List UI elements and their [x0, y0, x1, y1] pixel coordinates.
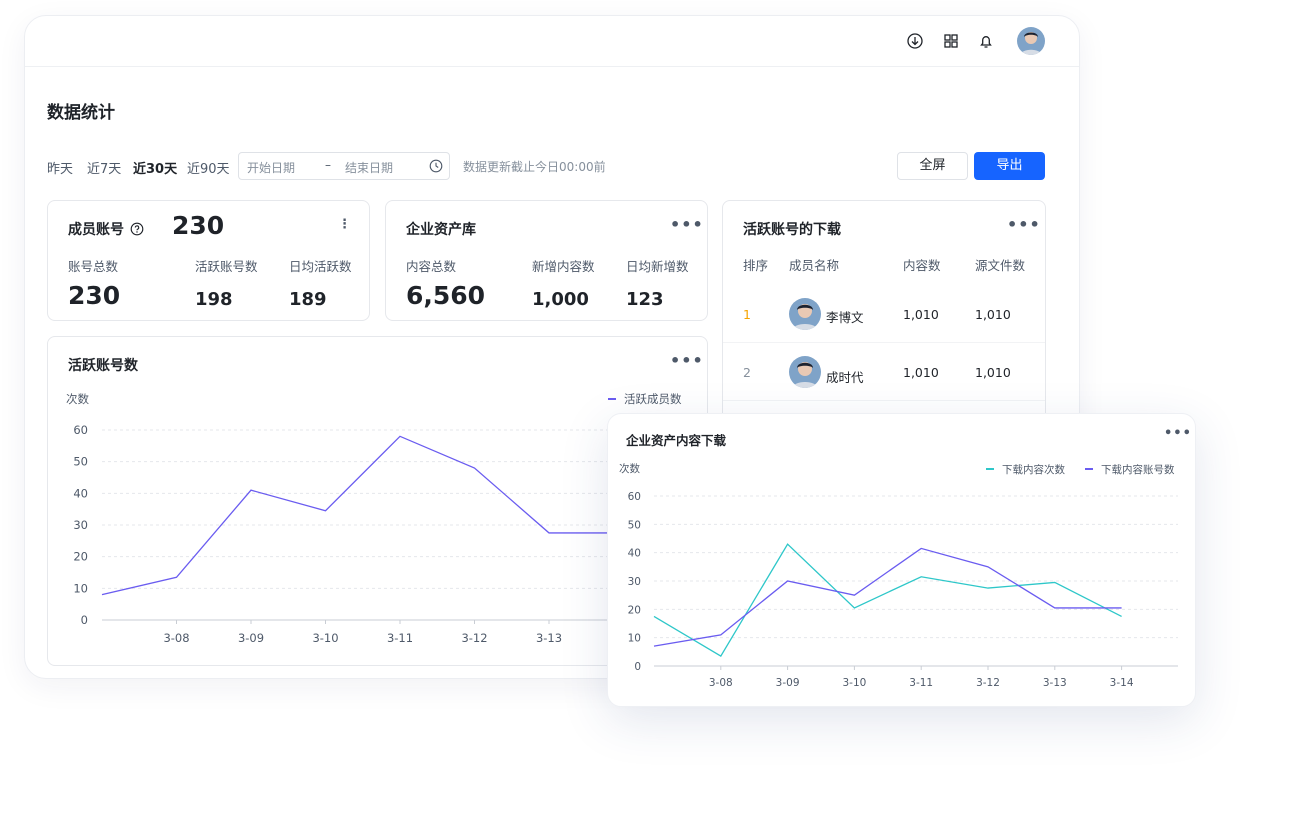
content-count: 1,010 [903, 307, 939, 322]
x-tick-label: 3-10 [842, 677, 866, 689]
stat-value: 189 [289, 289, 327, 310]
end-date-input[interactable]: 结束日期 [345, 159, 393, 176]
x-tick-label: 3-09 [238, 631, 264, 645]
x-tick-label: 3-08 [163, 631, 189, 645]
date-separator: – [325, 158, 331, 172]
table-header: 内容数 [903, 258, 941, 273]
card-title: 活跃账号的下载 [743, 222, 841, 238]
range-7-days[interactable]: 近7天 [87, 158, 121, 177]
y-tick-label: 20 [73, 550, 88, 564]
start-date-input[interactable]: 开始日期 [247, 159, 295, 176]
update-note: 数据更新截止今日00:00前 [463, 160, 606, 174]
x-tick-label: 3-08 [709, 677, 733, 689]
x-tick-label: 3-13 [536, 631, 562, 645]
stat-label: 日均新增数 [626, 259, 689, 274]
help-icon[interactable] [130, 221, 144, 236]
y-tick-label: 0 [81, 613, 88, 627]
more-vertical-icon[interactable]: ⋮ [338, 217, 352, 232]
source-count: 1,010 [975, 365, 1011, 380]
apps-grid-icon[interactable] [942, 32, 960, 50]
content-download-card: 企业资产内容下载 ••• 次数 0 10 20 30 40 50 60 3-08 3-09 3-10… [607, 413, 1196, 707]
range-90-days[interactable]: 近90天 [187, 158, 230, 177]
y-tick-label: 50 [628, 519, 641, 531]
legend-label: 活跃成员数 [624, 392, 682, 406]
table-header: 排序 [743, 258, 769, 273]
x-tick-label: 3-09 [776, 677, 800, 689]
source-count: 1,010 [975, 307, 1011, 322]
table-row[interactable]: 2 成时代 1,010 1,010 [723, 344, 1045, 401]
member-accounts-card: 成员账号 230 ⋮ 账号总数 活跃账号数 日均活跃数 230 198 189 [47, 200, 370, 321]
user-avatar[interactable] [1017, 27, 1045, 55]
series-line-1 [101, 435, 624, 596]
legend-label: 下载内容账号数 [1101, 463, 1175, 476]
date-range-picker[interactable]: 开始日期 – 结束日期 [238, 152, 450, 180]
series-line-1 [653, 543, 1122, 657]
member-total-headline: 230 [172, 211, 225, 240]
download-circle-icon[interactable] [906, 32, 924, 50]
y-tick-label: 30 [73, 518, 88, 532]
member-avatar [789, 298, 821, 330]
y-tick-label: 60 [73, 423, 88, 437]
x-tick-label: 3-14 [1110, 677, 1134, 689]
fullscreen-button[interactable]: 全屏 [897, 152, 968, 180]
y-tick-label: 30 [628, 576, 641, 588]
y-tick-label: 10 [628, 633, 641, 645]
filter-row: 昨天 近7天 近30天 近90天 开始日期 – 结束日期 数据更新截止今日00:… [47, 152, 1047, 180]
table-header: 成员名称 [789, 258, 840, 273]
member-name: 李博文 [826, 310, 864, 325]
y-tick-label: 20 [628, 604, 641, 616]
more-horizontal-icon[interactable]: ••• [1007, 215, 1041, 234]
stat-label: 新增内容数 [532, 259, 595, 274]
x-tick-label: 3-11 [909, 677, 933, 689]
series-line-2 [653, 547, 1122, 647]
stat-label: 内容总数 [406, 259, 457, 274]
range-yesterday[interactable]: 昨天 [47, 158, 73, 177]
x-tick-label: 3-12 [461, 631, 487, 645]
page-title: 数据统计 [47, 103, 115, 123]
stat-label: 日均活跃数 [289, 259, 352, 274]
content-count: 1,010 [903, 365, 939, 380]
y-axis-label: 次数 [66, 392, 89, 406]
stat-label: 活跃账号数 [195, 259, 258, 274]
card-title: 企业资产库 [406, 222, 476, 238]
rank-cell: 1 [743, 307, 751, 322]
x-tick-label: 3-10 [312, 631, 338, 645]
table-row[interactable]: 1 李博文 1,010 1,010 [723, 286, 1045, 343]
export-button[interactable]: 导出 [974, 152, 1045, 180]
y-tick-label: 40 [73, 486, 88, 500]
clock-icon [429, 159, 443, 173]
y-axis-label: 次数 [619, 462, 640, 475]
member-avatar [789, 356, 821, 388]
y-tick-label: 0 [634, 661, 641, 673]
bell-icon[interactable] [977, 32, 995, 50]
member-name: 成时代 [826, 370, 864, 385]
stat-value: 123 [626, 289, 664, 310]
rank-cell: 2 [743, 365, 751, 380]
y-tick-label: 40 [628, 548, 641, 560]
y-tick-label: 60 [628, 491, 641, 503]
y-tick-label: 50 [73, 455, 88, 469]
more-horizontal-icon[interactable]: ••• [670, 215, 704, 234]
range-30-days[interactable]: 近30天 [133, 158, 177, 177]
stat-value: 198 [195, 289, 233, 310]
table-header: 源文件数 [975, 258, 1026, 273]
content-download-line-chart: 次数 0 10 20 30 40 50 60 3-08 3-09 3-10 3-11 3-12 3-13 3… [619, 462, 1178, 689]
x-tick-label: 3-13 [1043, 677, 1067, 689]
asset-library-card: 企业资产库 ••• 内容总数 新增内容数 日均新增数 6,560 1,000 1… [385, 200, 708, 321]
x-tick-label: 3-12 [976, 677, 1000, 689]
legend-label: 下载内容次数 [1002, 463, 1065, 476]
top-bar [25, 16, 1079, 67]
stat-value: 1,000 [532, 289, 589, 310]
x-tick-label: 3-11 [387, 631, 413, 645]
card-title: 成员账号 [68, 222, 124, 238]
stat-value: 6,560 [406, 281, 486, 310]
y-tick-label: 10 [73, 581, 88, 595]
stat-label: 账号总数 [68, 259, 119, 274]
stat-value: 230 [68, 281, 121, 310]
